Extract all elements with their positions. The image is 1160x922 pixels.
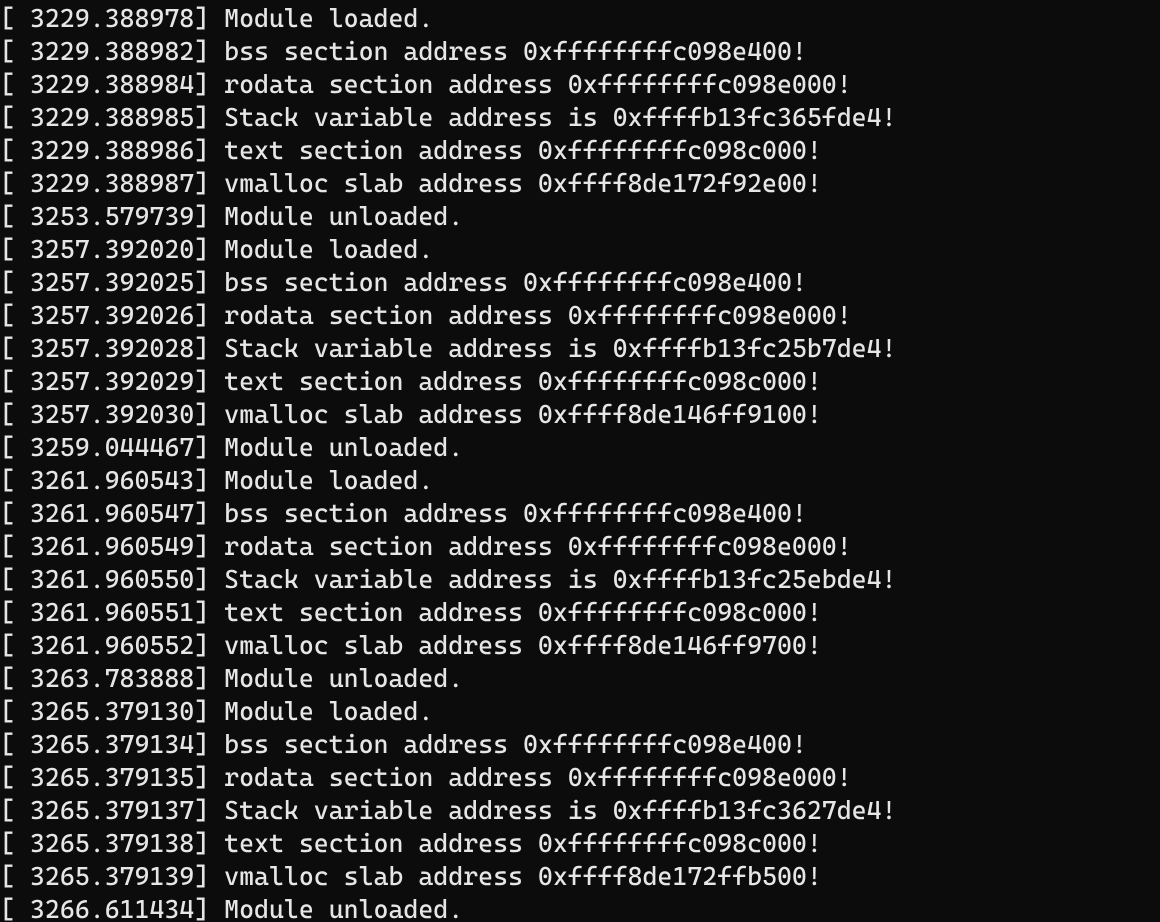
log-line: [ 3265.379134] bss section address 0xfff… [0, 728, 1160, 761]
log-line: [ 3257.392028] Stack variable address is… [0, 332, 1160, 365]
log-line: [ 3229.388978] Module loaded. [0, 2, 1160, 35]
log-line: [ 3266.611434] Module unloaded. [0, 893, 1160, 922]
log-line: [ 3265.379137] Stack variable address is… [0, 794, 1160, 827]
log-line: [ 3265.379138] text section address 0xff… [0, 827, 1160, 860]
log-line: [ 3257.392025] bss section address 0xfff… [0, 266, 1160, 299]
log-line: [ 3229.388984] rodata section address 0x… [0, 68, 1160, 101]
log-line: [ 3257.392030] vmalloc slab address 0xff… [0, 398, 1160, 431]
terminal-output[interactable]: [ 3229.388978] Module loaded.[ 3229.3889… [0, 0, 1160, 922]
log-line: [ 3261.960550] Stack variable address is… [0, 563, 1160, 596]
log-line: [ 3261.960549] rodata section address 0x… [0, 530, 1160, 563]
log-line: [ 3265.379139] vmalloc slab address 0xff… [0, 860, 1160, 893]
log-line: [ 3229.388986] text section address 0xff… [0, 134, 1160, 167]
log-line: [ 3259.044467] Module unloaded. [0, 431, 1160, 464]
log-line: [ 3261.960552] vmalloc slab address 0xff… [0, 629, 1160, 662]
log-line: [ 3261.960543] Module loaded. [0, 464, 1160, 497]
log-line: [ 3257.392029] text section address 0xff… [0, 365, 1160, 398]
log-line: [ 3261.960551] text section address 0xff… [0, 596, 1160, 629]
log-line: [ 3257.392026] rodata section address 0x… [0, 299, 1160, 332]
log-line: [ 3253.579739] Module unloaded. [0, 200, 1160, 233]
log-line: [ 3229.388987] vmalloc slab address 0xff… [0, 167, 1160, 200]
log-line: [ 3229.388982] bss section address 0xfff… [0, 35, 1160, 68]
log-line: [ 3265.379130] Module loaded. [0, 695, 1160, 728]
log-line: [ 3265.379135] rodata section address 0x… [0, 761, 1160, 794]
log-line: [ 3229.388985] Stack variable address is… [0, 101, 1160, 134]
log-line: [ 3263.783888] Module unloaded. [0, 662, 1160, 695]
log-line: [ 3257.392020] Module loaded. [0, 233, 1160, 266]
log-line: [ 3261.960547] bss section address 0xfff… [0, 497, 1160, 530]
